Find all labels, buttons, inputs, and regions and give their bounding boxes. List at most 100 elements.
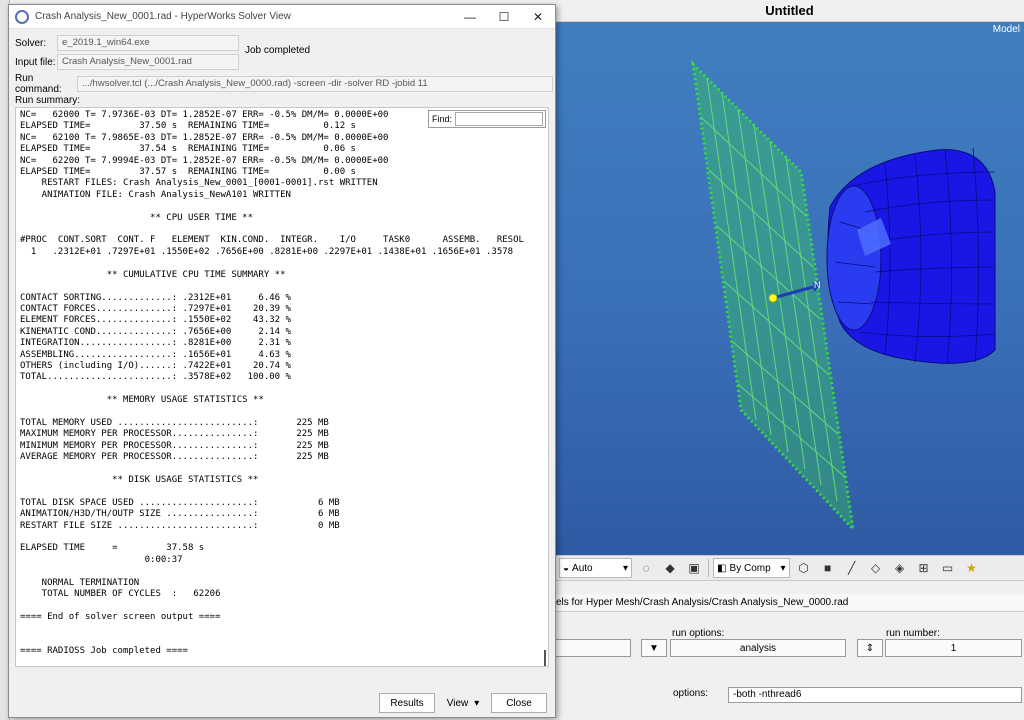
view-label: View (446, 697, 469, 709)
summary-line: ELAPSED TIME= 37.50 s REMAINING TIME= 0.… (20, 121, 356, 132)
summary-line: AVERAGE MEMORY PER PROCESSOR............… (20, 452, 329, 463)
line-icon[interactable]: ╱ (842, 558, 862, 578)
run-number-spinner[interactable]: ⇕ (857, 639, 883, 657)
summary-line: TOTAL DISK SPACE USED ..................… (20, 497, 340, 508)
summary-line: ASSEMBLING..................: .1656E+01 … (20, 349, 291, 360)
job-status: Job completed (245, 45, 311, 56)
summary-line: RESTART FILE SIZE ......................… (20, 520, 340, 531)
summary-line: ==== RADIOSS Job completed ==== (20, 646, 188, 657)
find-label: Find: (432, 114, 453, 124)
results-button[interactable]: Results (379, 693, 435, 713)
close-window-icon[interactable]: ✕ (521, 5, 555, 29)
solver-row: Solver: e_2019.1_win64.exe (15, 35, 239, 51)
solver-view-window: Crash Analysis_New_0001.rad - HyperWorks… (8, 4, 556, 718)
plane-icon[interactable]: ◇ (866, 558, 886, 578)
summary-line: ELEMENT FORCES..............: .1550E+02 … (20, 315, 291, 326)
options-label: options: (673, 688, 709, 699)
normal-label: N (814, 280, 821, 290)
shading-icon: ◒ (563, 562, 570, 574)
run-number-label: run number: (886, 628, 940, 639)
monitor-icon[interactable]: ▭ (938, 558, 958, 578)
model-view: N (690, 59, 996, 534)
summary-line: ** CPU USER TIME ** (20, 212, 253, 223)
options-input[interactable]: -both -nthread6 (728, 687, 1022, 703)
input-file-field: Crash Analysis_New_0001.rad (57, 54, 239, 70)
cube-icon[interactable]: ▣ (684, 558, 704, 578)
radioss-panel: run options: run number: ▼ analysis ⇕ 1 … (555, 612, 1024, 720)
render-mode-label: Auto (572, 562, 593, 574)
chevron-down-icon: ▾ (780, 562, 786, 574)
run-options-value[interactable]: analysis (670, 639, 846, 657)
summary-line: CONTACT SORTING.............: .2312E+01 … (20, 292, 291, 303)
maximize-icon[interactable]: ☐ (487, 5, 521, 29)
summary-line: TOTAL MEMORY USED ......................… (20, 417, 329, 428)
run-options-label: run options: (672, 628, 725, 639)
find-input[interactable] (455, 112, 543, 126)
up-down-arrows-icon: ⇕ (865, 642, 875, 654)
summary-line: 1 .2312E+01 .7297E+01 .1550E+02 .7656E+0… (20, 246, 514, 257)
summary-line: MINIMUM MEMORY PER PROCESSOR............… (20, 440, 329, 451)
left-field[interactable] (555, 639, 631, 657)
hyperworks-app-icon (15, 9, 29, 24)
component-color-icon: ◧ (717, 562, 727, 574)
solid-cube-icon[interactable]: ■ (818, 558, 838, 578)
summary-line: ELAPSED TIME= 37.54 s REMAINING TIME= 0.… (20, 144, 356, 155)
summary-line: RESTART FILES: Crash Analysis_New_0001_[… (20, 178, 378, 189)
summary-line: NC= 62100 T= 7.9865E-03 DT= 1.2852E-07 E… (20, 132, 389, 143)
summary-line: ELAPSED TIME= 37.57 s REMAINING TIME= 0.… (20, 167, 356, 178)
shaded-plane-icon[interactable]: ◈ (890, 558, 910, 578)
summary-line: KINEMATIC COND..............: .7656E+00 … (20, 326, 291, 337)
input-file-label: Input file: (15, 56, 56, 68)
summary-line: TOTAL NUMBER OF CYCLES : 62206 (20, 589, 221, 600)
run-command-label: Run command: (15, 73, 62, 95)
window-title: Crash Analysis_New_0001.rad - HyperWorks… (35, 11, 291, 22)
chevron-down-icon: ▾ (474, 697, 480, 709)
solver-label: Solver: (15, 37, 47, 49)
star-icon[interactable]: ★ (962, 558, 982, 578)
summary-line: OTHERS (including I/O)......: .7422E+01 … (20, 360, 291, 371)
graphics-viewport[interactable]: Model N (555, 22, 1024, 555)
summary-line: ** CUMULATIVE CPU TIME SUMMARY ** (20, 269, 286, 280)
toolbar-divider (708, 559, 710, 577)
scrollbar-thumb[interactable] (544, 650, 546, 666)
impact-body[interactable] (826, 147, 996, 365)
summary-scrollbar[interactable] (540, 130, 548, 666)
input-file-row: Input file: Crash Analysis_New_0001.rad (15, 54, 239, 70)
summary-line: ==== End of solver screen output ==== (20, 611, 221, 622)
hypermesh-title: Untitled (555, 0, 1024, 22)
summary-text: NC= 62000 T= 7.9736E-03 DT= 1.2852E-07 E… (16, 108, 548, 658)
summary-line: ELAPSED TIME = 37.58 s (20, 543, 205, 554)
color-mode-label: By Comp (729, 562, 771, 574)
summary-line: NORMAL TERMINATION (20, 577, 140, 588)
summary-line: INTEGRATION.................: .8281E+00 … (20, 338, 291, 349)
summary-line: 0:00:37 (20, 554, 183, 565)
lasso-select-icon[interactable]: ◌ (636, 558, 656, 578)
find-bar: Find: (428, 110, 546, 128)
summary-line: ** DISK USAGE STATISTICS ** (20, 475, 259, 485)
close-button[interactable]: Close (491, 693, 547, 713)
summary-line: NC= 62000 T= 7.9736E-03 DT= 1.2852E-07 E… (20, 110, 389, 120)
visualization-toolbar: ◒ Auto ▾ ◌ ◆ ▣ ◧ By Comp ▾ ⬡ ■ ╱ ◇ ◈ ⊞ ▭… (555, 555, 1024, 581)
run-summary-output[interactable]: NC= 62000 T= 7.9736E-03 DT= 1.2852E-07 E… (15, 107, 549, 667)
window-titlebar[interactable]: Crash Analysis_New_0001.rad - HyperWorks… (9, 5, 555, 29)
chevron-down-icon: ▾ (623, 562, 629, 574)
summary-line: ANIMATION/H3D/TH/OUTP SIZE .............… (20, 509, 340, 520)
solver-field: e_2019.1_win64.exe (57, 35, 239, 51)
dialog-button-bar: Results View ▾ Close (9, 689, 555, 717)
summary-line: #PROC CONT.SORT CONT. F ELEMENT KIN.COND… (20, 235, 524, 246)
color-mode-dropdown[interactable]: ◧ By Comp ▾ (713, 558, 790, 578)
grid-icon[interactable]: ⊞ (914, 558, 934, 578)
triangle-down-icon: ▼ (649, 642, 659, 654)
summary-line: CONTACT FORCES..............: .7297E+01 … (20, 303, 291, 314)
run-summary-label: Run summary: (15, 95, 81, 106)
wireframe-cube-icon[interactable]: ⬡ (794, 558, 814, 578)
view-menu-button[interactable]: View ▾ (443, 693, 483, 713)
minimize-icon[interactable]: — (453, 5, 487, 29)
summary-line: MAXIMUM MEMORY PER PROCESSOR............… (20, 429, 329, 440)
surface-icon[interactable]: ◆ (660, 558, 680, 578)
render-mode-dropdown[interactable]: ◒ Auto ▾ (559, 558, 633, 578)
summary-line: TOTAL.......................: .3578E+02 … (20, 372, 291, 383)
screen: Untitled Model N ◒ Auto ▾ ◌ ◆ ▣ ◧ By Com… (0, 0, 1024, 720)
run-number-value[interactable]: 1 (885, 639, 1022, 657)
run-options-toggle[interactable]: ▼ (641, 639, 667, 657)
